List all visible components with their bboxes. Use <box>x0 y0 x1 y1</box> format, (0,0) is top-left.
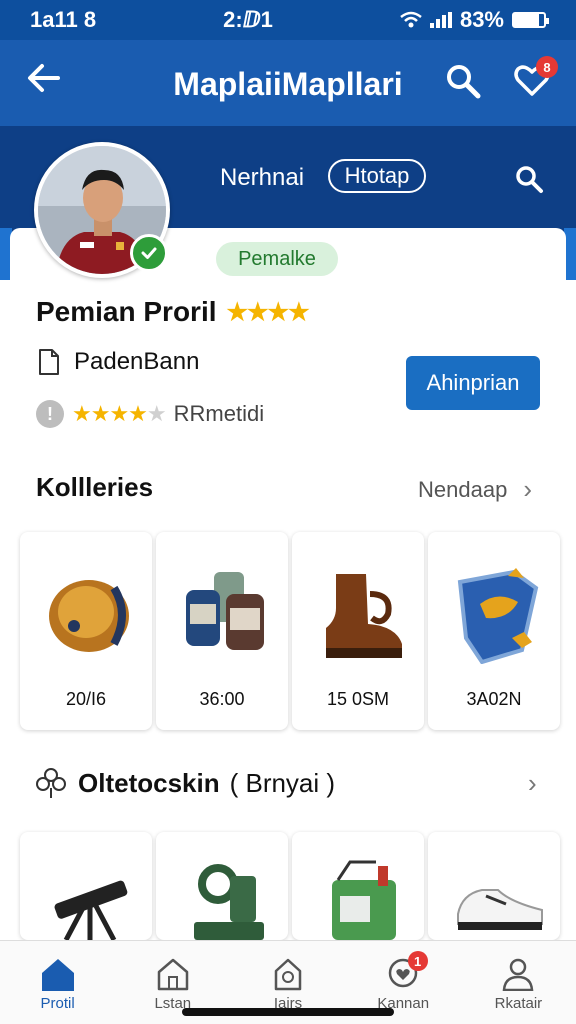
collections-title: Kollleries <box>36 472 153 503</box>
notification-badge: 8 <box>536 56 558 78</box>
others-subtitle: ( Brnyai ) <box>229 767 336 798</box>
gold-ball-icon <box>49 580 129 652</box>
other-tile[interactable] <box>20 832 152 940</box>
home-icon <box>41 959 74 991</box>
tile-value: 36:00 <box>199 689 245 709</box>
title-stars-icon: ★★★★ <box>226 298 310 326</box>
favorites-icon[interactable]: 8 <box>512 56 558 105</box>
machine-icon <box>194 864 264 940</box>
tile-value: 3A0​​2N <box>466 689 522 709</box>
tile-value: 15 0SM <box>326 689 390 709</box>
nav-item-account[interactable]: Rkatair <box>461 941 576 1024</box>
collection-tile[interactable]: 20/​​I6 <box>20 532 152 730</box>
status-time: 2:ⅅ1 <box>223 7 273 32</box>
status-bar: 1a11 8 2:ⅅ1 83% <box>0 0 576 40</box>
search-icon[interactable] <box>444 62 482 105</box>
collections-title-text: Kollleries <box>36 472 154 502</box>
other-tile[interactable] <box>156 832 288 940</box>
collections-link-text: Nendaap <box>418 476 508 502</box>
header-pill-button[interactable]: Htotap <box>328 159 426 193</box>
collections-see-all-link[interactable]: Nendaap › <box>418 474 532 505</box>
battery-percent: 83% <box>459 7 504 32</box>
collection-tile[interactable]: 3A0​​2N <box>428 532 560 730</box>
tile-value: 20/​​I6 <box>65 689 107 709</box>
wifi-icon <box>400 11 422 28</box>
sneaker-icon <box>457 889 543 930</box>
nav-label: Protil <box>40 995 75 1012</box>
battery-icon <box>512 12 549 28</box>
collection-tile[interactable]: 15 0SM <box>292 532 424 730</box>
document-icon <box>274 958 302 991</box>
house-outline-icon <box>157 958 189 991</box>
status-icons: 83% <box>400 7 549 33</box>
kit-box-icon <box>332 860 396 940</box>
person-icon <box>503 958 534 991</box>
clover-icon <box>36 768 66 798</box>
banner-search-icon[interactable] <box>514 164 544 199</box>
canisters-icon <box>186 572 264 650</box>
nav-item-profile[interactable]: Protil <box>0 941 115 1024</box>
rating-text: RRmetidi <box>173 401 265 426</box>
home-indicator <box>182 1008 394 1016</box>
nav-badge: 1 <box>407 951 428 971</box>
others-title: Oltetocskin ( Brnyai ) <box>34 766 335 800</box>
header-name: Nerhnai <box>220 164 305 191</box>
other-tile[interactable] <box>428 832 560 940</box>
telescope-icon <box>54 880 128 940</box>
chevron-right-icon: › <box>528 768 537 798</box>
app-bar: MaplaiiMapllari 8 <box>0 40 576 126</box>
signal-icon <box>429 12 452 28</box>
status-left: 1a11 8 <box>30 7 97 32</box>
document-icon <box>39 349 59 375</box>
other-tile[interactable] <box>292 832 424 940</box>
others-see-all-link[interactable]: › <box>528 768 537 799</box>
app-title: MaplaiiMapllari <box>173 66 403 102</box>
doc-row: PadenBann <box>38 348 199 376</box>
primary-action-button[interactable]: Ahinprian <box>406 356 540 410</box>
doc-label: PadenBann <box>74 348 200 375</box>
profile-title: Pemian Proril <box>36 296 217 327</box>
collection-tile[interactable]: 36:00 <box>156 532 288 730</box>
boot-icon <box>326 574 402 658</box>
chevron-right-icon: › <box>523 474 532 504</box>
rating-row: ! ★★★★★ RRmetidi <box>36 400 264 428</box>
status-chip: Pemalke <box>216 242 338 276</box>
rating-stars-icon: ★★★★★ <box>72 401 167 426</box>
info-icon: ! <box>36 400 64 428</box>
verified-check-icon <box>130 234 168 272</box>
profile-title-row: Pemian Proril ★★★★ <box>36 296 310 328</box>
nav-label: Rkatair <box>494 995 543 1012</box>
others-title-text: Oltetocskin <box>78 767 220 798</box>
shield-crest-icon <box>457 568 539 664</box>
